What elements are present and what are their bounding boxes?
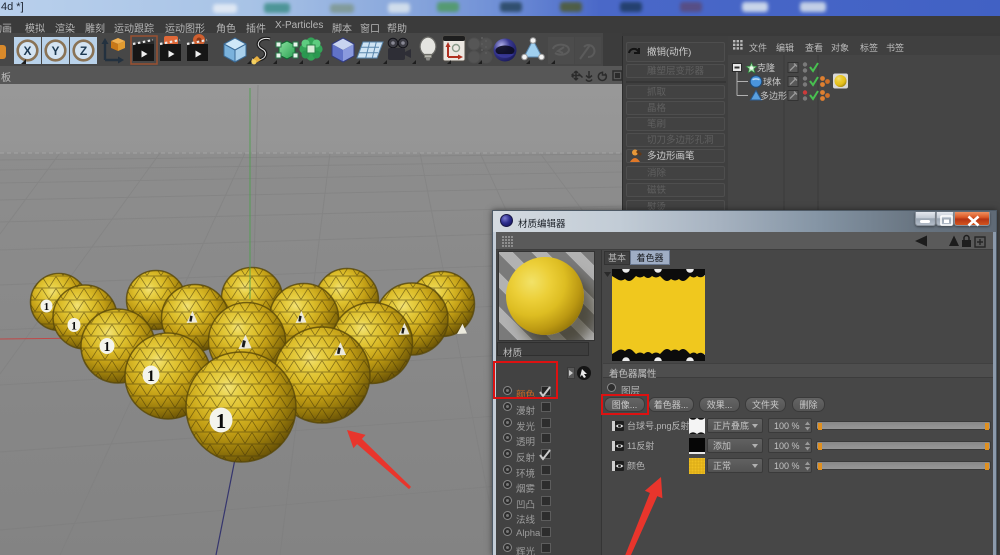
svg-text:1: 1 xyxy=(71,318,77,332)
svg-text:1: 1 xyxy=(216,409,227,433)
svg-text:多边形: 多边形 xyxy=(760,90,787,101)
svg-text:球体: 球体 xyxy=(763,76,781,87)
svg-text:Z: Z xyxy=(80,44,87,58)
svg-text:1: 1 xyxy=(147,368,155,385)
svg-text:X: X xyxy=(23,44,31,58)
svg-text:1: 1 xyxy=(104,339,111,354)
svg-text:Y: Y xyxy=(51,44,59,58)
svg-text:1: 1 xyxy=(44,301,50,313)
svg-text:克隆: 克隆 xyxy=(757,62,775,73)
